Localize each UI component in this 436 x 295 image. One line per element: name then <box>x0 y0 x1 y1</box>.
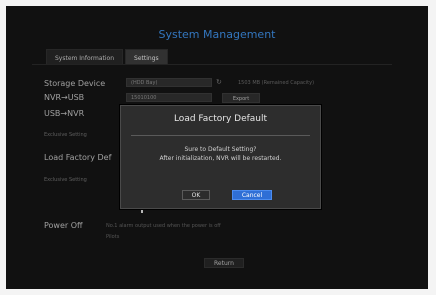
dialog-message-line-2: After initialization, NVR will be restar… <box>159 155 282 162</box>
nvr-system-management-screen: System Management System Information Set… <box>6 6 428 289</box>
ok-button[interactable]: OK <box>182 190 210 200</box>
dialog-title: Load Factory Default <box>173 114 268 124</box>
cancel-button[interactable]: Cancel <box>232 190 272 200</box>
load-factory-default-dialog: Load Factory Default Sure to Default Set… <box>120 105 321 209</box>
dialog-message-line-1: Sure to Default Setting? <box>184 146 257 153</box>
dialog-divider <box>131 135 310 136</box>
